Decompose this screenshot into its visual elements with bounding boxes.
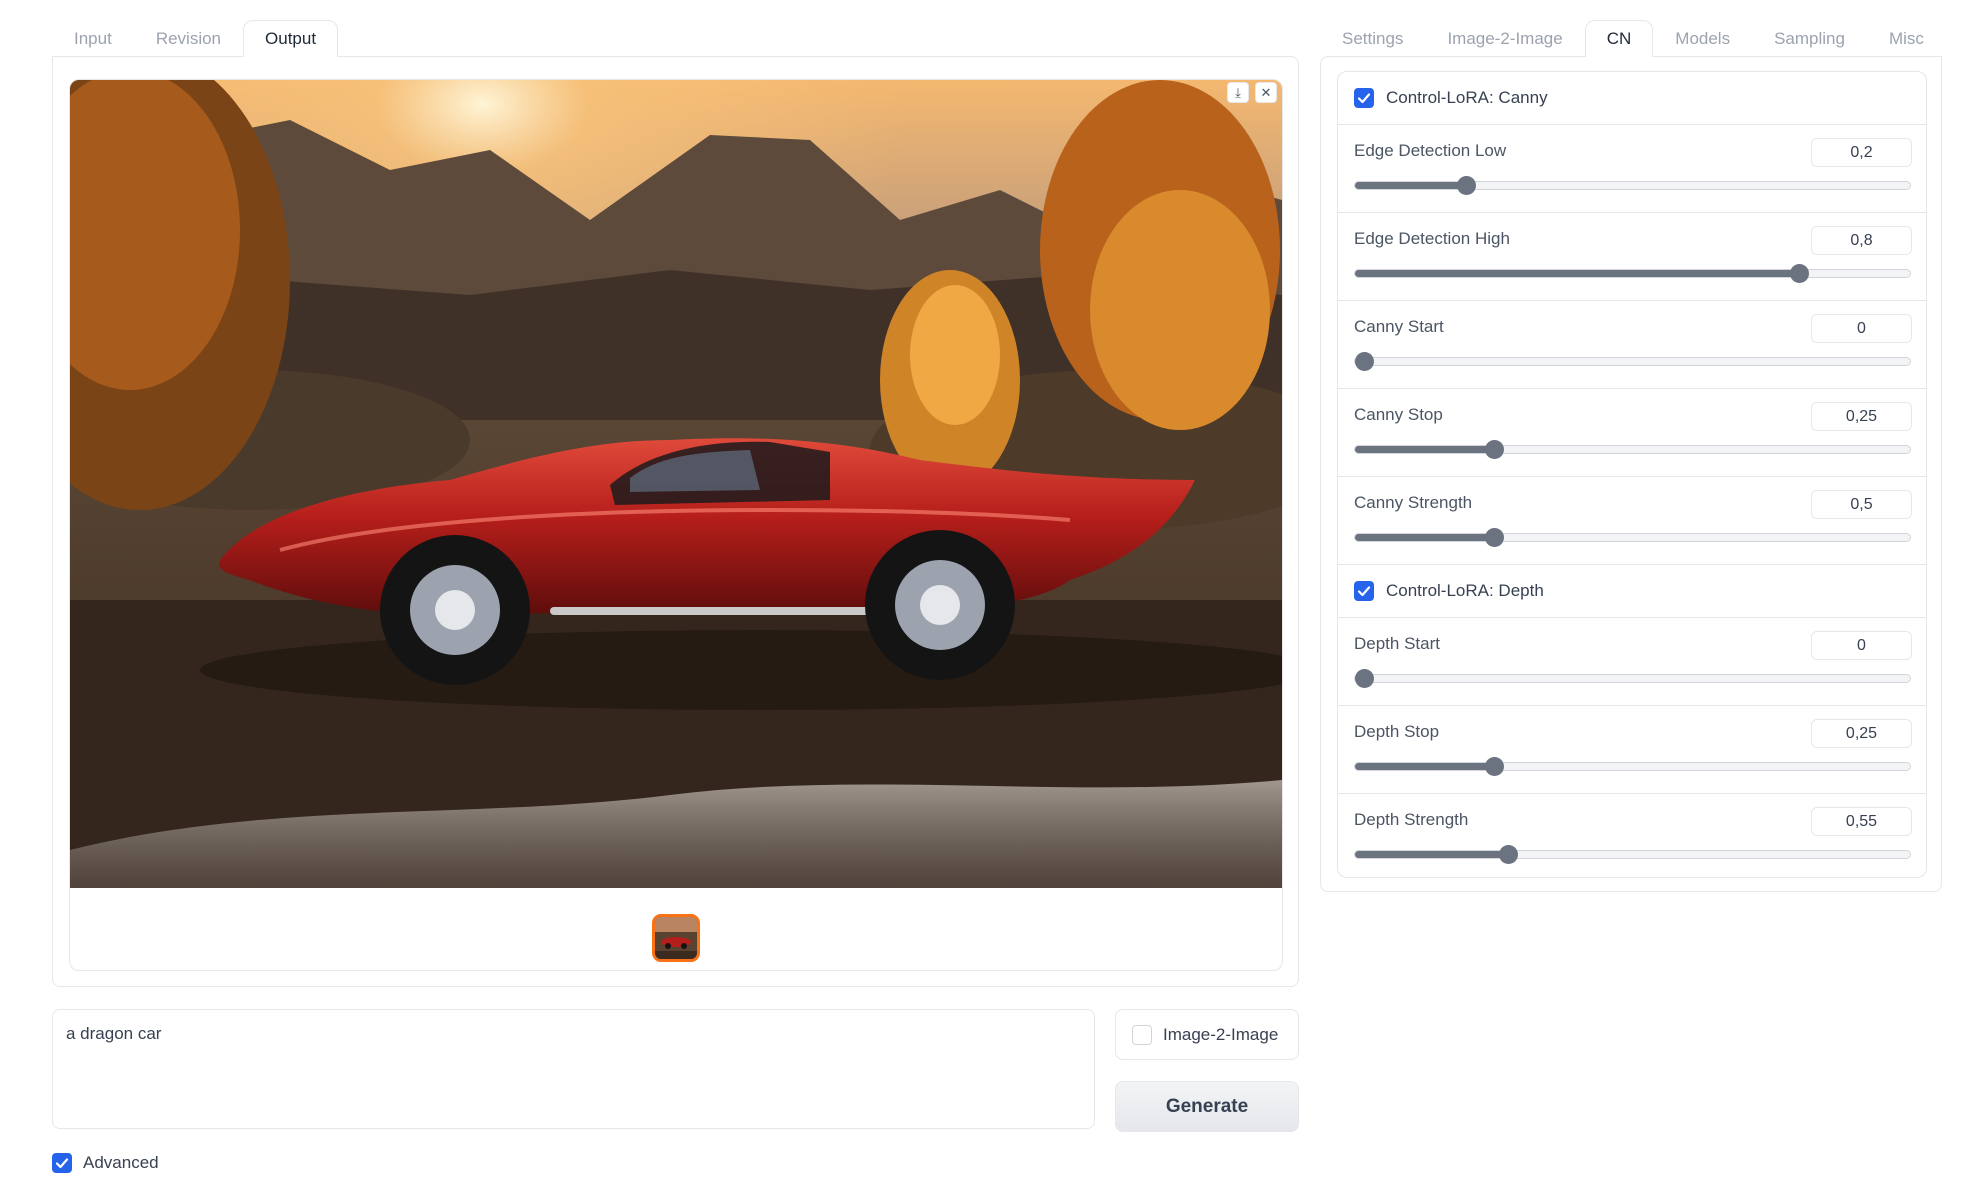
check-icon [1357, 586, 1371, 597]
slider-handle[interactable] [1484, 440, 1504, 459]
slider-depth-stop: Depth Stop [1338, 705, 1926, 793]
slider-number-input[interactable] [1811, 138, 1912, 167]
slider-label: Depth Strength [1354, 810, 1469, 829]
tab-cn[interactable]: CN [1584, 20, 1654, 57]
slider-handle[interactable] [1355, 352, 1374, 371]
slider-handle[interactable] [1498, 845, 1518, 864]
canny-toggle[interactable]: Control-LoRA: Canny [1338, 72, 1926, 124]
slider-track[interactable] [1354, 176, 1911, 195]
advanced-checkbox[interactable] [52, 1153, 72, 1173]
tab-misc[interactable]: Misc [1867, 20, 1946, 57]
slider-track[interactable] [1354, 669, 1911, 688]
slider-fill [1355, 851, 1508, 858]
output-panel: ⤓ ✕ [52, 56, 1299, 987]
tab-revision[interactable]: Revision [134, 20, 243, 57]
slider-depth-strength: Depth Strength [1338, 793, 1926, 877]
check-icon [1357, 93, 1371, 104]
slider-number-input[interactable] [1811, 490, 1912, 519]
slider-label: Depth Start [1354, 634, 1440, 653]
depth-label: Control-LoRA: Depth [1386, 581, 1544, 600]
left-tab-bar: Input Revision Output [52, 20, 339, 57]
slider-edge-high: Edge Detection High [1338, 212, 1926, 300]
close-icon[interactable]: ✕ [1255, 82, 1277, 103]
tab-image-2-image[interactable]: Image-2-Image [1425, 20, 1584, 57]
generate-button[interactable]: Generate [1115, 1081, 1299, 1132]
slider-fill [1355, 270, 1799, 277]
slider-number-input[interactable] [1811, 402, 1912, 431]
generated-image[interactable]: ⤓ ✕ [70, 80, 1282, 888]
prompt-input[interactable] [52, 1009, 1095, 1129]
slider-edge-low: Edge Detection Low [1338, 124, 1926, 212]
slider-track[interactable] [1354, 352, 1911, 371]
image2image-checkbox[interactable] [1132, 1024, 1152, 1045]
slider-track[interactable] [1354, 528, 1911, 547]
slider-handle[interactable] [1484, 528, 1504, 547]
slider-number-input[interactable] [1811, 226, 1912, 255]
slider-label: Depth Stop [1354, 722, 1440, 741]
slider-handle[interactable] [1355, 669, 1374, 688]
image2image-label: Image-2-Image [1163, 1024, 1279, 1044]
slider-track[interactable] [1354, 264, 1911, 283]
tab-output[interactable]: Output [243, 20, 339, 57]
slider-canny-start: Canny Start [1338, 300, 1926, 388]
slider-label: Canny Strength [1354, 493, 1473, 512]
image-actions: ⤓ ✕ [1227, 82, 1277, 103]
depth-toggle[interactable]: Control-LoRA: Depth [1338, 564, 1926, 617]
slider-number-input[interactable] [1811, 314, 1912, 343]
controlnet-settings: Control-LoRA: Canny Edge Detection Low E… [1337, 71, 1927, 878]
slider-number-input[interactable] [1811, 719, 1912, 748]
advanced-toggle[interactable]: Advanced [52, 1153, 159, 1173]
slider-fill [1355, 182, 1466, 189]
slider-fill [1355, 446, 1494, 453]
depth-checkbox[interactable] [1354, 581, 1374, 601]
advanced-label: Advanced [83, 1153, 159, 1172]
slider-track[interactable] [1354, 845, 1911, 864]
slider-track[interactable] [1354, 440, 1911, 459]
slider-depth-start: Depth Start [1338, 617, 1926, 705]
check-icon [55, 1158, 69, 1169]
slider-label: Canny Stop [1354, 405, 1443, 424]
slider-number-input[interactable] [1811, 631, 1912, 660]
slider-fill [1355, 763, 1494, 770]
canny-label: Control-LoRA: Canny [1386, 88, 1548, 107]
slider-label: Edge Detection High [1354, 229, 1510, 248]
download-icon[interactable]: ⤓ [1227, 82, 1249, 103]
gallery-thumbnail[interactable] [652, 914, 700, 962]
image2image-toggle[interactable]: Image-2-Image [1115, 1009, 1299, 1060]
slider-label: Edge Detection Low [1354, 141, 1507, 160]
slider-track[interactable] [1354, 757, 1911, 776]
output-gallery: ⤓ ✕ [69, 79, 1283, 971]
cn-panel: Control-LoRA: Canny Edge Detection Low E… [1320, 56, 1942, 892]
slider-handle[interactable] [1457, 176, 1476, 195]
tab-models[interactable]: Models [1653, 20, 1752, 57]
slider-label: Canny Start [1354, 317, 1444, 336]
slider-canny-strength: Canny Strength [1338, 476, 1926, 564]
slider-handle[interactable] [1484, 757, 1504, 776]
slider-fill [1355, 534, 1494, 541]
slider-number-input[interactable] [1811, 807, 1912, 836]
tab-sampling[interactable]: Sampling [1752, 20, 1867, 57]
tab-input[interactable]: Input [52, 20, 134, 57]
slider-canny-stop: Canny Stop [1338, 388, 1926, 476]
thumbnail-image [655, 917, 697, 959]
car-image-illustration [70, 80, 1282, 888]
right-tab-bar: Settings Image-2-Image CN Models Samplin… [1320, 20, 1946, 57]
slider-handle[interactable] [1790, 264, 1809, 283]
canny-checkbox[interactable] [1354, 88, 1374, 108]
tab-settings[interactable]: Settings [1320, 20, 1425, 57]
